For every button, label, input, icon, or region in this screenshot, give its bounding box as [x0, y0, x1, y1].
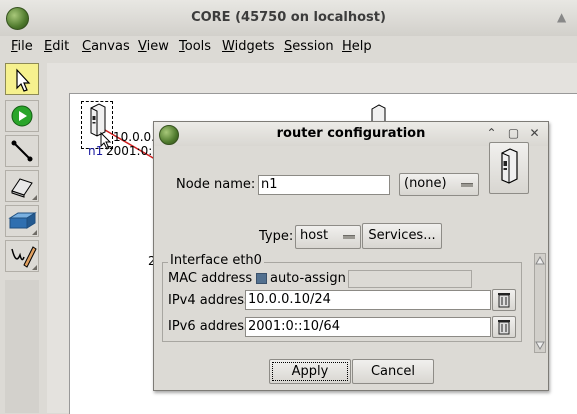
mac-address-field[interactable] [348, 270, 472, 288]
dropdown-indicator-icon [343, 235, 355, 239]
select-tool-button[interactable] [5, 63, 39, 95]
network-node-tool-button[interactable] [5, 170, 39, 202]
link-layer-tool-button[interactable] [5, 205, 39, 237]
menu-widgets[interactable]: Widgets [222, 39, 275, 54]
menu-help[interactable]: Help [342, 39, 372, 54]
type-select[interactable]: host [295, 225, 361, 249]
node-icon-button[interactable] [489, 142, 529, 194]
start-session-button[interactable] [5, 100, 39, 132]
menu-session[interactable]: Session [284, 39, 334, 54]
auto-assign-label: auto-assign [270, 271, 346, 286]
ipv4-clear-button[interactable] [492, 289, 516, 311]
scroll-arrows-icon [535, 255, 545, 351]
play-icon [11, 105, 33, 127]
dialog-maximize-button[interactable]: ▢ [506, 126, 521, 141]
type-label: Type: [259, 229, 294, 244]
dialog-close-button[interactable]: ✕ [527, 126, 542, 141]
group-select[interactable]: (none) [399, 173, 479, 196]
expand-arrow-icon [27, 230, 37, 235]
ipv6-address-label: IPv6 address [168, 319, 251, 334]
menu-file[interactable]: File [11, 39, 33, 54]
router-configuration-dialog: router configuration ⌃ ▢ ✕ Node name: n1… [153, 121, 549, 391]
link-icon [11, 140, 33, 162]
node-name-label: n1 [88, 144, 104, 158]
node-name-label: Node name: [176, 177, 256, 192]
interface-legend: Interface eth0 [168, 253, 264, 268]
menu-canvas[interactable]: Canvas [82, 39, 130, 54]
dropdown-indicator-icon [461, 183, 473, 187]
interface-scrollbar[interactable] [534, 253, 546, 353]
node-ipv6-label: 2001:0: [106, 144, 153, 158]
menu-tools[interactable]: Tools [179, 39, 211, 54]
dialog-shade-button[interactable]: ⌃ [484, 126, 499, 141]
cancel-button[interactable]: Cancel [352, 359, 434, 384]
type-select-value: host [300, 228, 329, 243]
ipv6-address-field[interactable]: 2001:0::10/64 [245, 317, 491, 337]
pointer-icon [16, 68, 31, 92]
expand-arrow-icon [27, 195, 37, 200]
apply-button[interactable]: Apply [269, 359, 351, 384]
link-tool-button[interactable] [5, 135, 39, 167]
toolbar [5, 63, 41, 273]
services-button[interactable]: Services... [362, 223, 442, 249]
group-select-value: (none) [404, 176, 447, 191]
window-shade-button[interactable]: ▲ [557, 10, 566, 24]
menu-edit[interactable]: Edit [44, 39, 69, 54]
trash-icon [498, 293, 510, 308]
mac-address-label: MAC address [168, 271, 253, 286]
ipv4-address-field[interactable]: 10.0.0.10/24 [245, 290, 491, 310]
toolbar-empty-area [5, 280, 39, 413]
node-name-field[interactable]: n1 [258, 175, 390, 195]
trash-icon [498, 320, 510, 335]
ipv4-address-label: IPv4 address [168, 293, 251, 308]
host-icon [371, 104, 386, 121]
node-ipv4-label: 10.0.0. [113, 130, 155, 144]
auto-assign-checkbox[interactable] [256, 273, 267, 284]
host-icon [501, 148, 518, 184]
annotation-tool-button[interactable] [5, 240, 39, 272]
expand-arrow-icon [27, 265, 37, 270]
window-title: CORE (45750 on localhost) [191, 10, 386, 25]
ipv6-clear-button[interactable] [492, 316, 516, 338]
menubar: File Edit Canvas View Tools Widgets Sess… [0, 36, 577, 58]
menu-view[interactable]: View [138, 39, 169, 54]
